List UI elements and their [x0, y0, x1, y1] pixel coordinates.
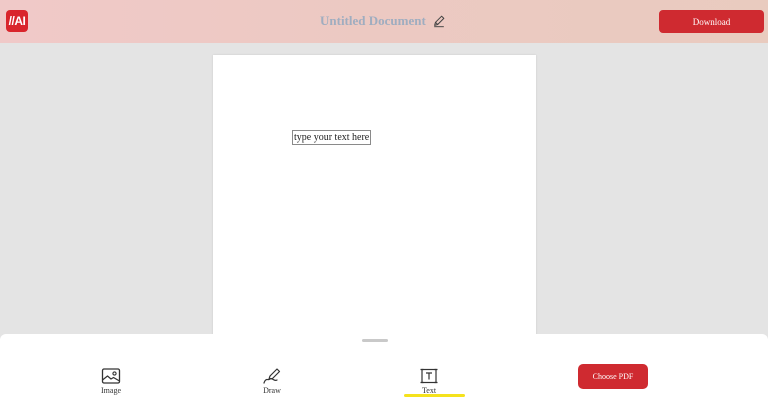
text-input-box[interactable]: type your text here [292, 130, 372, 145]
active-tool-indicator [404, 394, 465, 397]
download-button[interactable]: Download [659, 10, 764, 33]
document-title-area[interactable]: Untitled Document [320, 12, 446, 30]
draw-tool-label: Draw [263, 386, 281, 395]
bottom-toolbar: Image Draw Text Choose PDF [0, 334, 768, 401]
app-logo[interactable]: //AI [6, 10, 28, 32]
text-tool-button[interactable]: Text [409, 367, 449, 395]
document-page[interactable]: type your text here [213, 55, 536, 340]
choose-pdf-button[interactable]: Choose PDF [578, 364, 648, 389]
image-icon [101, 368, 121, 384]
top-bar: //AI Untitled Document Download [0, 0, 768, 43]
image-tool-label: Image [101, 386, 121, 395]
draw-icon [263, 368, 281, 384]
draw-tool-button[interactable]: Draw [252, 367, 292, 395]
document-title[interactable]: Untitled Document [320, 13, 426, 29]
drag-handle[interactable] [362, 339, 388, 342]
image-tool-button[interactable]: Image [91, 367, 131, 395]
text-icon [420, 368, 438, 384]
pencil-icon[interactable] [432, 14, 446, 28]
